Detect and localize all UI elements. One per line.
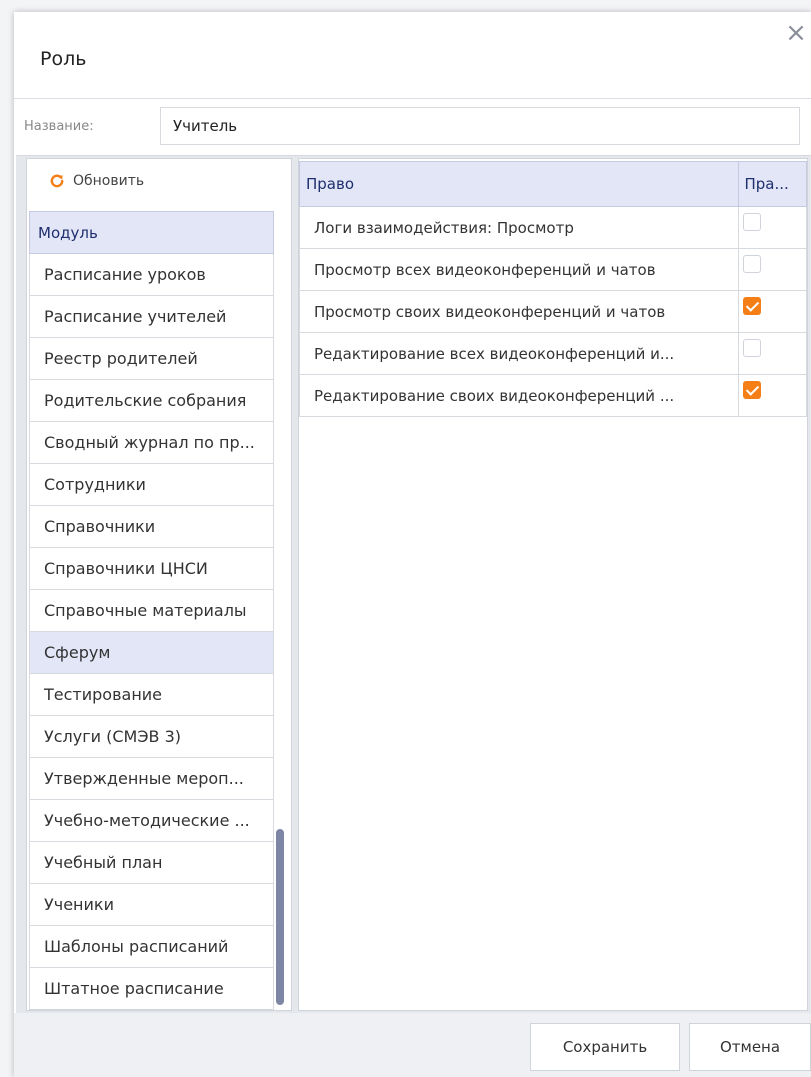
rights-column-name[interactable]: Право (299, 161, 739, 207)
dialog-title: Роль (40, 48, 87, 70)
rights-column-flag-label: Пра... (744, 175, 789, 193)
refresh-button[interactable]: Обновить (49, 173, 144, 189)
table-row[interactable]: Логи взаимодействия: Просмотр (299, 206, 807, 249)
right-name-cell: Просмотр своих видеоконференций и чатов (299, 290, 739, 333)
list-item[interactable]: Расписание учителей (29, 296, 274, 338)
cancel-button[interactable]: Отмена (689, 1023, 811, 1071)
right-flag-cell (737, 206, 807, 249)
right-checkbox[interactable] (742, 296, 761, 315)
name-label: Название: (24, 119, 94, 134)
name-input[interactable] (160, 107, 800, 145)
rights-column-flag[interactable]: Пра... (737, 161, 807, 207)
list-item[interactable]: Тестирование (29, 674, 274, 716)
right-checkbox[interactable] (742, 212, 761, 231)
role-dialog: Роль × Название: Обновить Модуль Расписа… (14, 12, 811, 1077)
list-item[interactable]: Учебно-методические ... (29, 800, 274, 842)
table-row[interactable]: Просмотр всех видеоконференций и чатов (299, 248, 807, 291)
close-icon[interactable]: × (783, 20, 809, 46)
list-item[interactable]: Родительские собрания (29, 380, 274, 422)
list-item[interactable]: Справочники ЦНСИ (29, 548, 274, 590)
right-name-cell: Редактирование всех видеоконференций и..… (299, 332, 739, 375)
rights-table: Право Пра... Логи взаимодействия: Просмо… (299, 161, 807, 417)
dialog-header: Роль × (14, 12, 811, 99)
right-flag-cell (737, 248, 807, 291)
list-item[interactable]: Шаблоны расписаний (29, 926, 274, 968)
rights-rows: Логи взаимодействия: Просмотр Просмотр вс… (299, 206, 807, 417)
refresh-icon (50, 174, 64, 188)
right-name-cell: Просмотр всех видеоконференций и чатов (299, 248, 739, 291)
dialog-footer: Сохранить Отмена (14, 1013, 811, 1077)
modules-column-header[interactable]: Модуль (29, 211, 274, 254)
table-row[interactable]: Просмотр своих видеоконференций и чатов (299, 290, 807, 333)
modules-scrollbar[interactable] (276, 829, 284, 1005)
list-item[interactable]: Штатное расписание (29, 968, 274, 1010)
list-item[interactable]: Сферум (29, 632, 274, 674)
right-name: Просмотр своих видеоконференций и чатов (314, 302, 666, 321)
name-row: Название: (14, 99, 811, 155)
right-flag-cell (737, 290, 807, 333)
save-button[interactable]: Сохранить (530, 1023, 680, 1071)
list-item[interactable]: Учебный план (29, 842, 274, 884)
background-left (0, 0, 14, 1077)
list-item[interactable]: Расписание уроков (29, 254, 274, 296)
list-item[interactable]: Ученики (29, 884, 274, 926)
body-area: Обновить Модуль Расписание уроков Расписа… (16, 155, 811, 1014)
right-flag-cell (737, 374, 807, 417)
right-checkbox[interactable] (742, 254, 761, 273)
right-flag-cell (737, 332, 807, 375)
list-item[interactable]: Сотрудники (29, 464, 274, 506)
background-strip (0, 0, 811, 12)
table-row[interactable]: Редактирование всех видеоконференций и..… (299, 332, 807, 375)
rights-header-row: Право Пра... (299, 161, 807, 207)
right-name: Редактирование всех видеоконференций и..… (314, 344, 675, 363)
modules-items: Расписание уроков Расписание учителей Реес… (29, 254, 274, 1010)
right-name-cell: Логи взаимодействия: Просмотр (299, 206, 739, 249)
list-item[interactable]: Сводный журнал по пр... (29, 422, 274, 464)
modules-toolbar: Обновить (27, 159, 291, 207)
list-item[interactable]: Утвержденные мероп... (29, 758, 274, 800)
list-item[interactable]: Услуги (СМЭВ 3) (29, 716, 274, 758)
right-name: Логи взаимодействия: Просмотр (314, 218, 574, 237)
refresh-label: Обновить (73, 173, 145, 189)
list-item[interactable]: Справочники (29, 506, 274, 548)
modules-list: Модуль Расписание уроков Расписание учите… (29, 211, 274, 1010)
right-checkbox[interactable] (742, 380, 761, 399)
right-name-cell: Редактирование своих видеоконференций ..… (299, 374, 739, 417)
rights-column-name-label: Право (306, 175, 355, 193)
right-checkbox[interactable] (742, 338, 761, 357)
rights-panel: Право Пра... Логи взаимодействия: Просмо… (298, 158, 808, 1011)
right-name: Редактирование своих видеоконференций ..… (314, 386, 675, 405)
list-item[interactable]: Справочные материалы (29, 590, 274, 632)
modules-panel: Обновить Модуль Расписание уроков Расписа… (26, 158, 292, 1011)
list-item[interactable]: Реестр родителей (29, 338, 274, 380)
right-name: Просмотр всех видеоконференций и чатов (314, 260, 656, 279)
table-row[interactable]: Редактирование своих видеоконференций ..… (299, 374, 807, 417)
